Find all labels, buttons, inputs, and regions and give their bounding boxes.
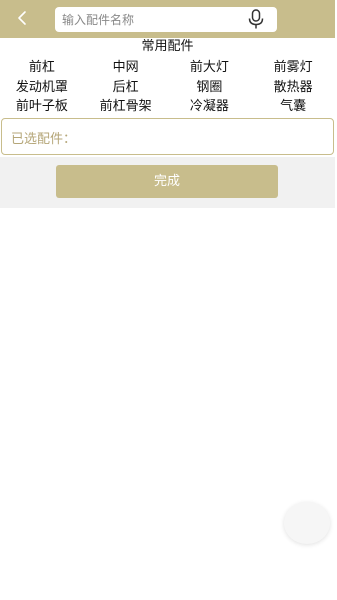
voice-search-button[interactable] xyxy=(247,9,265,30)
part-item[interactable]: 散热器 xyxy=(251,78,335,98)
part-item[interactable]: 前杠骨架 xyxy=(84,97,168,117)
part-item[interactable]: 前叶子板 xyxy=(0,97,84,117)
part-item[interactable]: 冷凝器 xyxy=(168,97,252,117)
selected-parts-label: 已选配件： xyxy=(11,132,77,147)
chevron-left-icon xyxy=(18,11,26,25)
part-item[interactable]: 中网 xyxy=(84,58,168,78)
part-item[interactable]: 前杠 xyxy=(0,58,84,78)
search-box xyxy=(55,7,277,32)
top-bar xyxy=(0,0,335,38)
action-area: 完成 xyxy=(0,157,335,208)
part-item[interactable]: 钢圈 xyxy=(168,78,252,98)
common-parts-title: 常用配件 xyxy=(141,39,194,54)
search-input[interactable] xyxy=(62,7,237,32)
part-item[interactable]: 发动机罩 xyxy=(0,78,84,98)
part-item[interactable]: 前雾灯 xyxy=(251,58,335,78)
common-parts-grid: 前杠 中网 前大灯 前雾灯 发动机罩 后杠 钢圈 散热器 前叶子板 前杠骨架 冷… xyxy=(0,58,335,117)
microphone-icon xyxy=(248,9,264,29)
floating-button[interactable] xyxy=(284,502,330,544)
selected-parts-box[interactable]: 已选配件： xyxy=(1,118,334,155)
part-item[interactable]: 后杠 xyxy=(84,78,168,98)
part-item[interactable]: 前大灯 xyxy=(168,58,252,78)
part-item[interactable]: 气囊 xyxy=(251,97,335,117)
done-button[interactable]: 完成 xyxy=(56,165,278,198)
back-button[interactable] xyxy=(10,6,34,30)
